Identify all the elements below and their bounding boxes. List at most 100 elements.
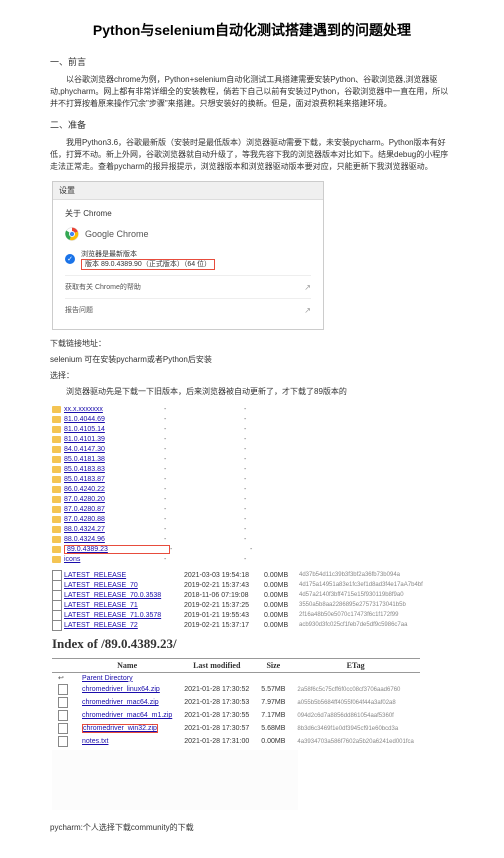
driver-folder-row: 84.0.4147.30--	[52, 444, 452, 454]
chrome-settings-tab: 设置	[53, 182, 323, 200]
release-link[interactable]: LATEST_RELEASE_70	[64, 582, 184, 589]
driver-folder-row: 89.0.4389.23--	[52, 544, 452, 554]
back-icon: ↩	[58, 674, 66, 682]
chrome-logo-icon	[65, 227, 79, 241]
release-link[interactable]: LATEST_RELEASE_72	[64, 622, 184, 629]
col-size: Size	[255, 659, 291, 673]
driver-version-link[interactable]: 81.0.4105.14	[64, 426, 164, 433]
selenium-note: selenium 可在安装pycharm或者Python后安装	[50, 354, 454, 366]
driver-version-link[interactable]: 87.0.4280.88	[64, 516, 164, 523]
driver-folder-row: 81.0.4044.69--	[52, 414, 452, 424]
driver-folder-row: icons--	[52, 554, 452, 564]
folder-icon	[52, 516, 61, 523]
folder-icon	[52, 416, 61, 423]
check-icon: ✓	[65, 254, 75, 264]
index-file-link[interactable]: chromedriver_mac64.zip	[82, 699, 159, 706]
col-name: Name	[76, 659, 178, 673]
pycharm-note: pycharm:个人选择下载community的下载	[50, 822, 454, 834]
index-title: Index of /89.0.4389.23/	[52, 636, 452, 652]
index-row: chromedriver_linux64.zip2021-01-28 17:30…	[52, 683, 420, 696]
chrome-report-link[interactable]: 报告问题	[65, 305, 93, 315]
open-arrow-icon: ↗	[304, 283, 311, 292]
chrome-about-screenshot: 设置 关于 Chrome Google Chrome ✓ 浏览器是最新版本 版	[52, 181, 324, 330]
driver-folder-row: 85.0.4183.83--	[52, 464, 452, 474]
driver-folder-row: 88.0.4324.27--	[52, 524, 452, 534]
chrome-about-label: 关于 Chrome	[65, 208, 311, 219]
section-2-heading: 二、准备	[50, 118, 454, 131]
folder-icon	[52, 436, 61, 443]
driver-folder-row: 81.0.4105.14--	[52, 424, 452, 434]
index-file-link[interactable]: Parent Directory	[82, 675, 133, 682]
driver-version-link[interactable]: 81.0.4044.69	[64, 416, 164, 423]
release-link[interactable]: LATEST_RELEASE_70.0.3538	[64, 592, 184, 599]
folder-icon	[52, 466, 61, 473]
folder-icon	[52, 506, 61, 513]
page-title: Python与selenium自动化测试搭建遇到的问题处理	[50, 20, 454, 40]
driver-version-link[interactable]: 81.0.4101.39	[64, 436, 164, 443]
download-link-label: 下载链接地址：	[50, 338, 454, 350]
folder-icon	[52, 536, 61, 543]
folder-icon	[52, 546, 61, 553]
release-link[interactable]: LATEST_RELEASE_71.0.3578	[64, 612, 184, 619]
section-1-paragraph: 以谷歌浏览器chrome为例，Python+selenium自动化测试工具搭建需…	[50, 74, 454, 110]
folder-icon	[52, 476, 61, 483]
section-2-paragraph: 我用Python3.6，谷歌最新版（安装时是最低版本）浏览器驱动需要下载，未安装…	[50, 137, 454, 173]
driver-folder-row: 85.0.4183.87--	[52, 474, 452, 484]
index-row: chromedriver_mac64.zip2021-01-28 17:30:5…	[52, 696, 420, 709]
chrome-version-highlight: 版本 89.0.4389.90（正式版本）（64 位）	[81, 259, 215, 270]
driver-version-link[interactable]: 85.0.4183.83	[64, 466, 164, 473]
driver-version-link[interactable]: xx.x.xxxxxxx	[64, 406, 164, 413]
folder-icon	[52, 426, 61, 433]
release-link[interactable]: LATEST_RELEASE_71	[64, 602, 184, 609]
driver-version-link[interactable]: icons	[64, 556, 164, 563]
choice-label: 选择：	[50, 370, 454, 382]
driver-version-link[interactable]: 89.0.4389.23	[64, 545, 170, 554]
folder-icon	[52, 456, 61, 463]
driver-version-note: 浏览器驱动先是下载一下旧版本，后来浏览器被自动更新了，才下载了89版本的	[50, 386, 454, 398]
release-row: LATEST_RELEASE_70.0.35382018-11-06 07:19…	[52, 590, 452, 600]
chrome-update-status: 浏览器是最新版本	[81, 249, 215, 259]
file-icon	[58, 684, 68, 695]
index-file-link[interactable]: notes.txt	[82, 738, 108, 745]
driver-version-link[interactable]: 86.0.4240.22	[64, 486, 164, 493]
file-icon	[58, 736, 68, 747]
index-row: ↩ Parent Directory	[52, 673, 420, 684]
col-lastmod: Last modified	[178, 659, 255, 673]
driver-version-link[interactable]: 85.0.4181.38	[64, 456, 164, 463]
open-arrow-icon: ↗	[304, 306, 311, 315]
driver-version-link[interactable]: 88.0.4324.27	[64, 526, 164, 533]
driver-version-link[interactable]: 84.0.4147.30	[64, 446, 164, 453]
folder-icon	[52, 496, 61, 503]
driver-version-link[interactable]: 87.0.4280.20	[64, 496, 164, 503]
driver-folder-row: 87.0.4280.20--	[52, 494, 452, 504]
folder-icon	[52, 486, 61, 493]
index-row: chromedriver_mac64_m1.zip2021-01-28 17:3…	[52, 709, 420, 722]
index-row: chromedriver_win32.zip2021-01-28 17:30:5…	[52, 722, 420, 735]
driver-folder-row: 87.0.4280.88--	[52, 514, 452, 524]
driver-version-link[interactable]: 85.0.4183.87	[64, 476, 164, 483]
driver-version-link[interactable]: 87.0.4280.87	[64, 506, 164, 513]
release-link[interactable]: LATEST_RELEASE	[64, 572, 184, 579]
folder-icon	[52, 406, 61, 413]
index-file-link[interactable]: chromedriver_linux64.zip	[82, 686, 160, 693]
driver-version-link[interactable]: 88.0.4324.96	[64, 536, 164, 543]
index-file-link[interactable]: chromedriver_win32.zip	[82, 724, 158, 733]
blank-area	[52, 750, 298, 810]
driver-folder-row: 86.0.4240.22--	[52, 484, 452, 494]
release-row: LATEST_RELEASE_71.0.35782019-01-21 19:55…	[52, 610, 452, 620]
folder-icon	[52, 526, 61, 533]
index-file-link[interactable]: chromedriver_mac64_m1.zip	[82, 712, 172, 719]
folder-icon	[52, 556, 61, 563]
release-row: LATEST_RELEASE2021-03-03 19:54:180.00MB4…	[52, 570, 452, 580]
index-row: notes.txt2021-01-28 17:31:000.00MB4a3934…	[52, 735, 420, 748]
release-row: LATEST_RELEASE_702019-02-21 15:37:430.00…	[52, 580, 452, 590]
file-icon	[58, 723, 68, 734]
driver-folder-row: 87.0.4280.87--	[52, 504, 452, 514]
file-icon	[52, 620, 62, 631]
chrome-help-link[interactable]: 获取有关 Chrome的帮助	[65, 282, 141, 292]
driver-folder-row: 88.0.4324.96--	[52, 534, 452, 544]
driver-folder-list: xx.x.xxxxxxx--81.0.4044.69--81.0.4105.14…	[52, 404, 452, 564]
release-row: LATEST_RELEASE_712019-02-21 15:37:250.00…	[52, 600, 452, 610]
latest-release-list: LATEST_RELEASE2021-03-03 19:54:180.00MB4…	[52, 570, 452, 630]
chrome-product-name: Google Chrome	[85, 229, 149, 239]
